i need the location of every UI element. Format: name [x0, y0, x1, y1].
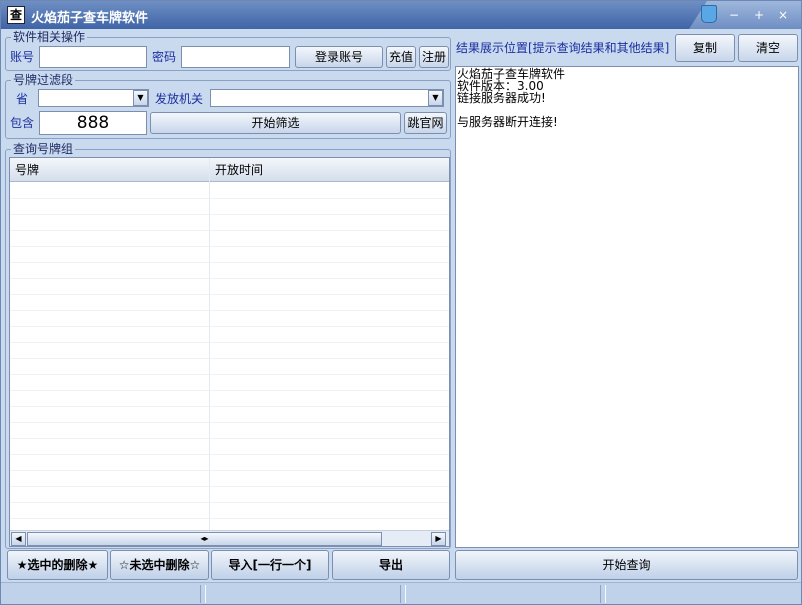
row-line	[10, 230, 449, 231]
scrollbar-thumb[interactable]: ◂▸	[27, 532, 382, 546]
status-divider	[400, 585, 406, 603]
result-line: 与服务器断开连接!	[457, 115, 558, 129]
row-line	[10, 406, 449, 407]
import-button[interactable]: 导入[一行一个]	[211, 550, 329, 580]
chevron-down-icon[interactable]: ▼	[133, 90, 148, 106]
delete-selected-button[interactable]: ★选中的删除★	[7, 550, 108, 580]
row-line	[10, 262, 449, 263]
row-line	[10, 518, 449, 519]
status-divider	[600, 585, 606, 603]
plate-list[interactable]: 号牌 开放时间 ◀ ◂▸ ▶	[9, 157, 450, 547]
row-line	[10, 486, 449, 487]
export-button[interactable]: 导出	[332, 550, 450, 580]
clear-button[interactable]: 清空	[738, 34, 798, 62]
maximize-button[interactable]: +	[751, 7, 767, 23]
row-line	[10, 278, 449, 279]
chevron-down-icon[interactable]: ▼	[428, 90, 443, 106]
cup-icon[interactable]	[701, 5, 717, 23]
status-divider	[200, 585, 206, 603]
row-line	[10, 374, 449, 375]
issuer-label: 发放机关	[155, 92, 204, 106]
row-line	[10, 342, 449, 343]
close-button[interactable]: ×	[775, 7, 791, 23]
row-line	[10, 214, 449, 215]
delete-unselected-button[interactable]: ☆未选中删除☆	[110, 550, 209, 580]
account-label: 账号	[10, 50, 35, 64]
plate-list-header: 号牌 开放时间	[10, 158, 449, 182]
column-header-plate[interactable]: 号牌	[15, 162, 39, 178]
contains-label: 包含	[10, 116, 35, 130]
official-site-button[interactable]: 跳官网	[404, 112, 447, 134]
row-line	[10, 502, 449, 503]
row-line	[10, 294, 449, 295]
status-bar	[1, 582, 801, 604]
filter-group-label: 号牌过滤段	[11, 73, 76, 87]
contains-input[interactable]: 888	[39, 111, 147, 135]
row-line	[10, 422, 449, 423]
row-line	[10, 470, 449, 471]
copy-button[interactable]: 复制	[675, 34, 735, 62]
province-label: 省	[16, 92, 29, 106]
row-line	[10, 310, 449, 311]
plate-group-label: 查询号牌组	[11, 142, 76, 156]
row-line	[10, 358, 449, 359]
window-title: 火焰茄子查车牌软件	[31, 11, 149, 26]
horizontal-scrollbar[interactable]: ◀ ◂▸ ▶	[10, 530, 449, 546]
arrow-right-icon[interactable]: ▶	[431, 532, 446, 546]
result-line: 链接服务器成功!	[457, 91, 546, 105]
row-line	[10, 246, 449, 247]
login-button[interactable]: 登录账号	[295, 46, 383, 68]
account-input[interactable]	[39, 46, 147, 68]
row-line	[10, 390, 449, 391]
software-ops-group-label: 软件相关操作	[11, 30, 88, 44]
minimize-button[interactable]: −	[726, 7, 742, 23]
app-icon: 查	[7, 6, 25, 24]
title-bar[interactable]: 查 火焰茄子查车牌软件 − + ×	[1, 1, 801, 29]
start-query-button[interactable]: 开始查询	[455, 550, 798, 580]
issuer-select[interactable]	[210, 89, 444, 107]
password-label: 密码	[152, 50, 177, 64]
row-line	[10, 198, 449, 199]
start-filter-button[interactable]: 开始筛选	[150, 112, 401, 134]
column-header-open-time[interactable]: 开放时间	[215, 162, 263, 178]
recharge-button[interactable]: 充值	[386, 46, 416, 68]
register-button[interactable]: 注册	[419, 46, 449, 68]
result-header-label: 结果展示位置[提示查询结果和其他结果]	[456, 41, 670, 55]
row-line	[10, 326, 449, 327]
row-line	[10, 438, 449, 439]
arrow-left-icon[interactable]: ◀	[11, 532, 26, 546]
result-output[interactable]: 火焰茄子查车牌软件 软件版本：3.00 链接服务器成功! 与服务器断开连接!	[455, 66, 799, 548]
row-line	[10, 454, 449, 455]
main-window: 查 火焰茄子查车牌软件 − + × 软件相关操作 账号 密码 登录账号 充值 注…	[0, 0, 802, 605]
password-input[interactable]	[181, 46, 290, 68]
